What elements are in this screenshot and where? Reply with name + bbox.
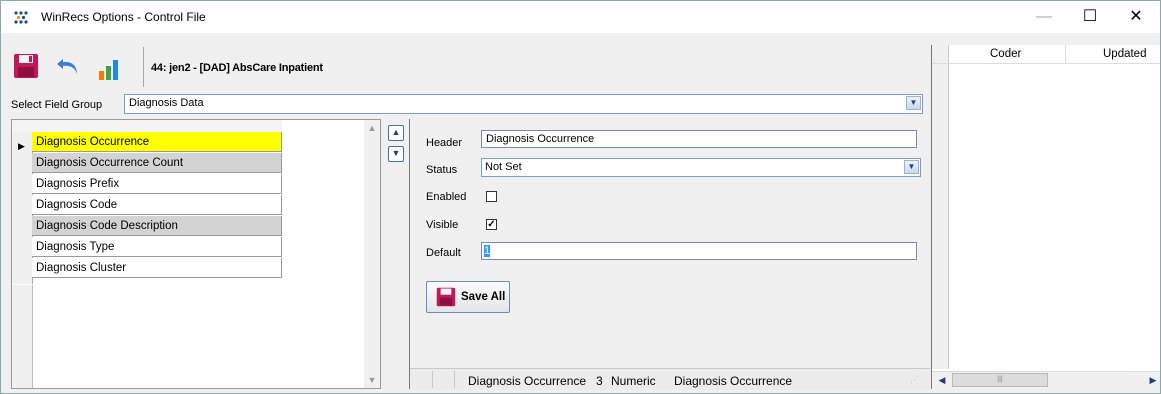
field-list-item[interactable]: Diagnosis Occurrence Count <box>32 153 282 173</box>
field-list-item[interactable]: Diagnosis Cluster <box>32 258 282 278</box>
header-label: Header <box>426 137 463 149</box>
chevron-down-icon[interactable]: ▼ <box>906 96 921 110</box>
status-field-name: Diagnosis Occurrence <box>468 374 587 388</box>
enabled-label: Enabled <box>426 191 467 203</box>
row-header-empty <box>12 285 33 388</box>
status-value: Not Set <box>485 161 522 173</box>
status-field-description: Diagnosis Occurrence <box>674 374 793 388</box>
default-input[interactable]: 1 <box>481 242 917 260</box>
scroll-down-icon[interactable]: ▼ <box>364 372 380 388</box>
column-coder[interactable]: Coder <box>990 48 1021 60</box>
chevron-down-icon[interactable]: ▼ <box>904 160 919 174</box>
save-icon[interactable] <box>13 53 39 79</box>
scroll-left-icon[interactable]: ◀ <box>934 372 950 388</box>
status-field-length: 3 <box>596 374 603 388</box>
undo-icon[interactable] <box>55 53 81 79</box>
window-title: WinRecs Options - Control File <box>41 10 206 24</box>
field-group-value: Diagnosis Data <box>129 97 204 109</box>
move-down-button[interactable]: ▼ <box>388 146 404 162</box>
options-window: WinRecs Options - Control File — ☐ ✕ 44:… <box>0 0 1161 394</box>
field-group-label: Select Field Group <box>11 99 103 111</box>
audit-grid[interactable]: Coder Updated ◀ ||| ▶ <box>931 45 1160 389</box>
status-field-type: Numeric <box>611 374 656 388</box>
toolbar-separator <box>143 47 144 87</box>
row-header-column <box>12 132 33 284</box>
header-value: Diagnosis Occurrence <box>486 133 595 145</box>
visible-label: Visible <box>426 219 459 231</box>
app-dots-icon <box>14 11 28 24</box>
audit-grid-header: Coder Updated <box>932 45 1160 64</box>
panel-divider <box>409 119 410 389</box>
move-up-button[interactable]: ▲ <box>388 125 404 141</box>
enabled-checkbox[interactable] <box>486 191 497 202</box>
status-separator <box>454 371 455 388</box>
close-button[interactable]: ✕ <box>1113 1 1159 33</box>
field-list-item[interactable]: Diagnosis Occurrence <box>32 132 282 152</box>
scroll-up-icon[interactable]: ▲ <box>364 120 380 136</box>
record-title: 44: jen2 - [DAD] AbsCare Inpatient <box>151 62 323 74</box>
save-icon <box>436 287 456 307</box>
status-label: Status <box>426 164 458 176</box>
status-bar: Diagnosis Occurrence 3 Numeric Diagnosis… <box>410 368 930 390</box>
save-all-label: Save All <box>461 291 506 303</box>
vertical-scrollbar[interactable]: ▲ ▼ <box>364 120 380 388</box>
status-select[interactable]: Not Set ▼ <box>481 158 921 177</box>
minimize-button[interactable]: — <box>1021 1 1067 33</box>
column-updated[interactable]: Updated <box>1103 48 1146 60</box>
status-separator <box>432 371 433 388</box>
audit-corner <box>932 45 949 63</box>
title-bar: WinRecs Options - Control File — ☐ ✕ <box>1 1 1160 33</box>
default-value: 1 <box>484 245 491 257</box>
field-list-item[interactable]: Diagnosis Type <box>32 237 282 257</box>
scroll-right-icon[interactable]: ▶ <box>1145 372 1160 388</box>
visible-checkbox[interactable]: ✓ <box>486 219 497 230</box>
toolbar: 44: jen2 - [DAD] AbsCare Inpatient <box>9 41 931 91</box>
field-list-item[interactable]: Diagnosis Prefix <box>32 174 282 194</box>
current-row-arrow-icon: ▶ <box>18 141 25 151</box>
default-label: Default <box>426 247 461 259</box>
field-group-select[interactable]: Diagnosis Data ▼ <box>124 94 923 114</box>
field-list-item[interactable]: Diagnosis Code <box>32 195 282 215</box>
maximize-button[interactable]: ☐ <box>1067 1 1113 33</box>
scroll-thumb[interactable]: ||| <box>952 373 1048 387</box>
column-separator <box>1065 45 1066 63</box>
save-all-button[interactable]: Save All <box>426 281 510 313</box>
fields-grid[interactable]: ▶ Diagnosis Occurrence Diagnosis Occurren… <box>11 119 381 389</box>
header-input[interactable]: Diagnosis Occurrence <box>481 130 917 148</box>
chart-icon[interactable] <box>97 55 123 81</box>
field-list-item[interactable]: Diagnosis Code Description <box>32 216 282 236</box>
resize-grip-icon[interactable]: ⋰ <box>910 374 919 385</box>
audit-row-header <box>932 45 949 369</box>
horizontal-scrollbar[interactable]: ◀ ||| ▶ <box>932 371 1160 389</box>
